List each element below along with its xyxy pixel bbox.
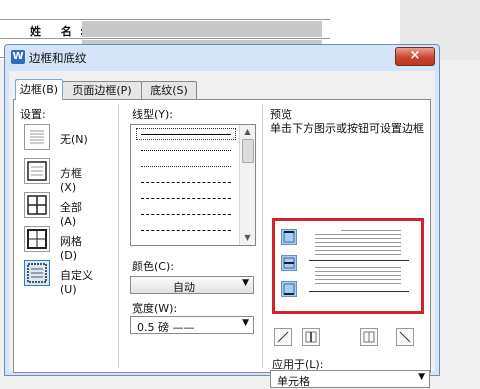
line-style-label: 线型(Y): bbox=[132, 108, 174, 121]
scroll-up-icon[interactable]: ▲ bbox=[241, 125, 254, 138]
chevron-down-icon: ▼ bbox=[242, 318, 249, 328]
line-style-short-dash[interactable] bbox=[137, 177, 235, 187]
preset-custom[interactable]: 自定义(U) bbox=[24, 260, 96, 296]
box-border-icon bbox=[24, 158, 50, 184]
scroll-down-icon[interactable]: ▼ bbox=[241, 231, 254, 244]
line-style-scrollbar[interactable]: ▲ ▼ bbox=[239, 125, 255, 245]
inside-horizontal-button[interactable] bbox=[281, 255, 297, 271]
preset-all[interactable]: 全部(A) bbox=[24, 192, 96, 228]
close-button[interactable]: × bbox=[395, 47, 435, 66]
grid-border-icon bbox=[24, 226, 50, 252]
apply-to-value: 单元格 bbox=[277, 375, 310, 388]
chevron-down-icon: ▼ bbox=[242, 278, 249, 288]
table-row: 姓 名: bbox=[0, 19, 330, 39]
all-borders-icon bbox=[24, 192, 50, 218]
divider bbox=[118, 104, 119, 368]
dialog-client: 边框(B) 页面边框(P) 底纹(S) 设置: 无(N) 方框(X) 全部(A)… bbox=[9, 71, 435, 388]
settings-label: 设置: bbox=[20, 108, 46, 121]
preset-label: 全部(A) bbox=[60, 201, 82, 228]
preset-none[interactable]: 无(N) bbox=[24, 124, 96, 152]
custom-border-icon bbox=[24, 260, 50, 286]
preset-label: 自定义(U) bbox=[60, 269, 93, 296]
width-dropdown[interactable]: 0.5 磅 —— ▼ bbox=[130, 316, 254, 334]
chevron-down-icon: ▼ bbox=[418, 372, 425, 382]
line-style-dotted[interactable] bbox=[137, 145, 235, 155]
color-label: 颜色(C): bbox=[132, 260, 174, 273]
dialog-title: 边框和底纹 bbox=[29, 51, 87, 65]
none-border-icon bbox=[24, 124, 50, 150]
line-style-solid[interactable] bbox=[136, 128, 236, 140]
diagonal-up-button[interactable] bbox=[274, 328, 292, 346]
diagonal-down-button[interactable] bbox=[396, 328, 414, 346]
borders-tab-panel: 设置: 无(N) 方框(X) 全部(A) 网格(D) 自定义(U) 线型(Y):… bbox=[13, 99, 431, 388]
line-style-fine-dotted[interactable] bbox=[137, 161, 235, 171]
preset-label: 无(N) bbox=[60, 133, 88, 146]
table-row bbox=[0, 0, 330, 20]
borders-shading-dialog: W 边框和底纹 × 边框(B) 页面边框(P) 底纹(S) 设置: 无(N) 方… bbox=[4, 44, 440, 388]
line-style-dash[interactable] bbox=[137, 193, 235, 203]
preset-grid[interactable]: 网格(D) bbox=[24, 226, 96, 262]
top-border-button[interactable] bbox=[281, 229, 297, 245]
line-style-dash-dot[interactable] bbox=[137, 209, 235, 219]
preset-label: 方框(X) bbox=[60, 167, 82, 194]
dialog-titlebar[interactable]: W 边框和底纹 × bbox=[5, 45, 439, 69]
tab-borders[interactable]: 边框(B) bbox=[15, 79, 63, 100]
scroll-thumb[interactable] bbox=[242, 139, 254, 163]
line-style-list[interactable]: ▲ ▼ bbox=[130, 124, 256, 246]
app-logo-icon: W bbox=[11, 50, 25, 64]
preset-label: 网格(D) bbox=[60, 235, 82, 262]
line-style-dash-dot-dot[interactable] bbox=[137, 225, 235, 235]
inside-vertical-button[interactable] bbox=[302, 328, 320, 346]
width-value: 0.5 磅 —— bbox=[137, 321, 195, 334]
width-label: 宽度(W): bbox=[132, 302, 178, 315]
bottom-border-button[interactable] bbox=[281, 281, 297, 297]
right-border-button[interactable] bbox=[360, 328, 378, 346]
tab-page-border[interactable]: 页面边框(P) bbox=[62, 81, 142, 99]
table-cell-highlight bbox=[82, 21, 322, 37]
preview-hint: 单击下方图示或按钮可设置边框 bbox=[270, 122, 424, 135]
preview-highlight-box bbox=[272, 218, 424, 314]
color-dropdown[interactable]: 自动 ▼ bbox=[130, 276, 254, 294]
preset-box[interactable]: 方框(X) bbox=[24, 158, 96, 194]
color-value: 自动 bbox=[173, 281, 195, 294]
apply-to-dropdown[interactable]: 单元格 ▼ bbox=[270, 370, 430, 388]
tab-shading[interactable]: 底纹(S) bbox=[141, 81, 197, 99]
divider bbox=[262, 104, 263, 368]
